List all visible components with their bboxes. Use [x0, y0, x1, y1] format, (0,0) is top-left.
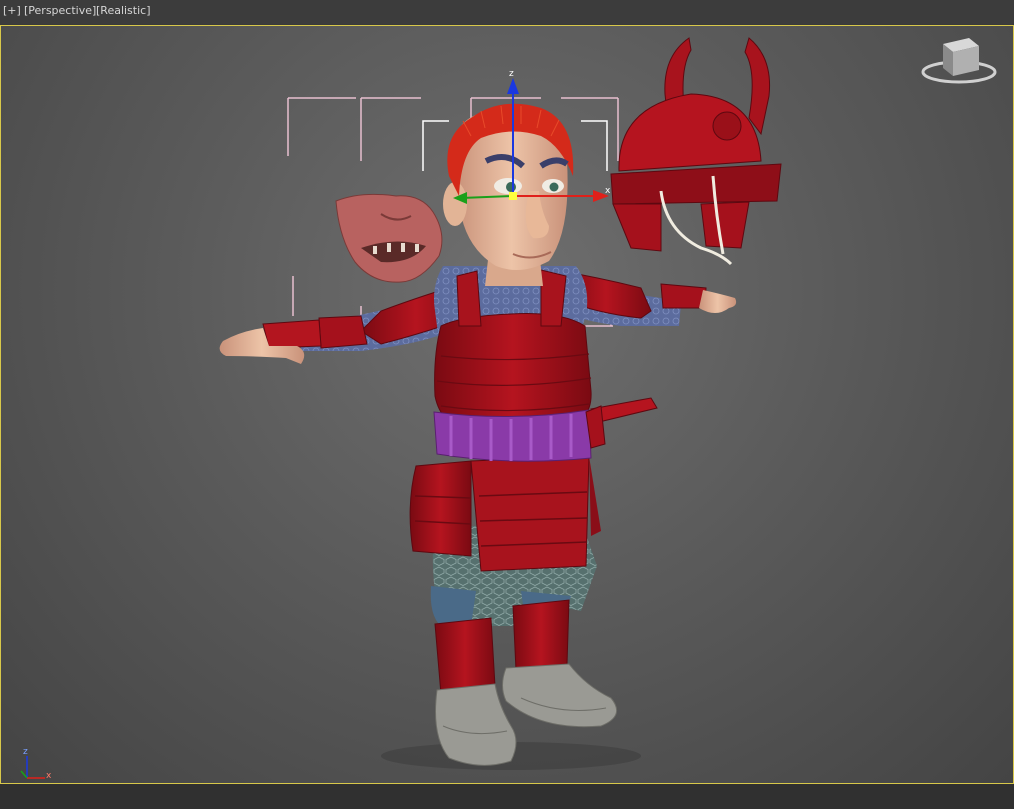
bottom-strip	[0, 784, 1014, 809]
gizmo-z-label: z	[509, 69, 514, 79]
viewport-view-menu[interactable]: [Perspective]	[24, 4, 96, 17]
perspective-viewport[interactable]: x z z x	[0, 25, 1014, 784]
world-axis-icon: z x	[20, 747, 52, 781]
scene-canvas: x z z x	[20, 37, 997, 781]
viewport-plus-menu[interactable]: [+]	[3, 4, 21, 17]
left-arm	[219, 280, 472, 364]
viewport-shading-menu[interactable]: [Realistic]	[96, 4, 151, 17]
world-axis-z-label: z	[23, 747, 28, 757]
gizmo-x-label: x	[605, 186, 611, 196]
viewcube-icon[interactable]	[921, 38, 997, 84]
oni-mask	[335, 193, 443, 283]
viewport-label-bar: [+] [Perspective] [Realistic]	[0, 0, 1014, 24]
world-axis-x-label: x	[46, 771, 52, 781]
kabuto-helmet	[610, 37, 782, 266]
right-arm	[560, 270, 737, 326]
